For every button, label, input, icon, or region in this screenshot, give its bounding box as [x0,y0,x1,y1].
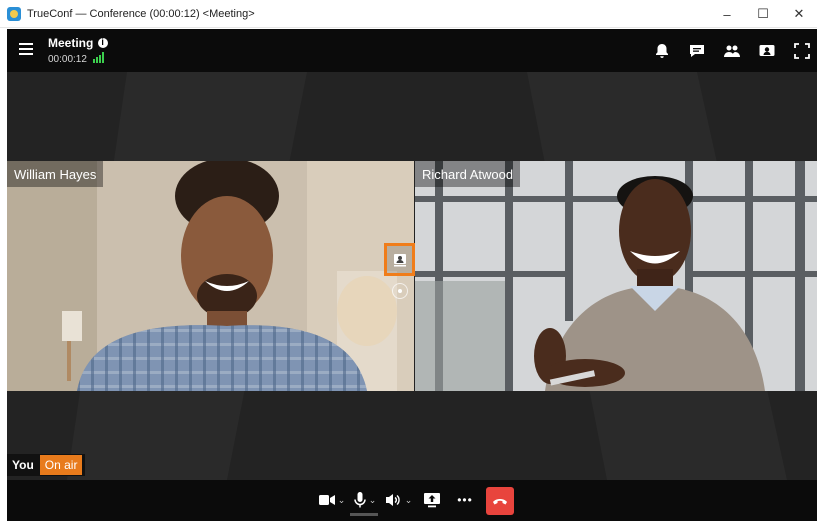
trueconf-logo-icon [7,6,21,21]
end-call-icon [493,499,507,505]
meeting-name: Meeting [48,36,94,50]
chat-icon[interactable] [682,36,712,66]
meeting-timer: 00:00:12 [48,54,87,65]
speaker-button[interactable]: ⌄ [384,488,414,512]
participant-tile-richard-atwood[interactable]: Richard Atwood [415,161,817,391]
self-label: You [12,458,34,472]
self-view-icon[interactable] [752,36,782,66]
swap-layout-icon [393,253,406,266]
camera-options-caret[interactable]: ⌄ [338,495,346,506]
camera-icon [318,495,335,505]
swap-layout-button[interactable] [384,243,415,276]
participant-name-label: William Hayes [7,161,104,187]
info-icon[interactable] [98,37,109,48]
conference-header: Meeting 00:00:12 [7,29,817,72]
maximize-button[interactable]: ☐ [745,0,781,28]
microphone-options-caret[interactable]: ⌄ [369,495,377,506]
share-screen-icon [424,493,440,508]
fullscreen-icon[interactable] [787,36,817,66]
header-actions [642,29,817,72]
window-controls: – ☐ ✕ [709,0,817,28]
participant-name-label: Richard Atwood [415,161,521,187]
participant-video-william-hayes [7,161,414,391]
video-stage: William Hayes Richard Atwood You On air [7,72,817,480]
drag-handle-icon[interactable] [392,283,408,299]
bell-icon[interactable] [647,36,677,66]
microphone-icon [353,492,366,508]
call-toolbar: ⌄ ⌄ ⌄ ••• [7,480,817,521]
microphone-button[interactable]: ⌄ [351,488,379,512]
camera-button[interactable]: ⌄ [317,488,347,512]
window-title: TrueConf — Conference (00:00:12) <Meetin… [27,7,255,20]
hamburger-menu-icon[interactable] [19,43,33,55]
minimize-button[interactable]: – [709,0,745,28]
participant-tile-william-hayes[interactable]: William Hayes [7,161,414,391]
microphone-level-bar [350,513,378,516]
participant-video-richard-atwood [415,161,817,391]
close-button[interactable]: ✕ [781,0,817,28]
window-titlebar: TrueConf — Conference (00:00:12) <Meetin… [0,0,817,28]
on-air-badge: On air [39,455,83,475]
more-options-button[interactable]: ••• [452,488,478,512]
meeting-title: Meeting [48,36,109,50]
speaker-icon [385,494,400,506]
share-screen-button[interactable] [421,488,443,512]
participants-icon[interactable] [717,36,747,66]
self-status-bar: You On air [7,454,86,476]
speaker-options-caret[interactable]: ⌄ [405,495,413,506]
end-call-button[interactable] [486,487,514,515]
signal-strength-icon [93,52,105,63]
